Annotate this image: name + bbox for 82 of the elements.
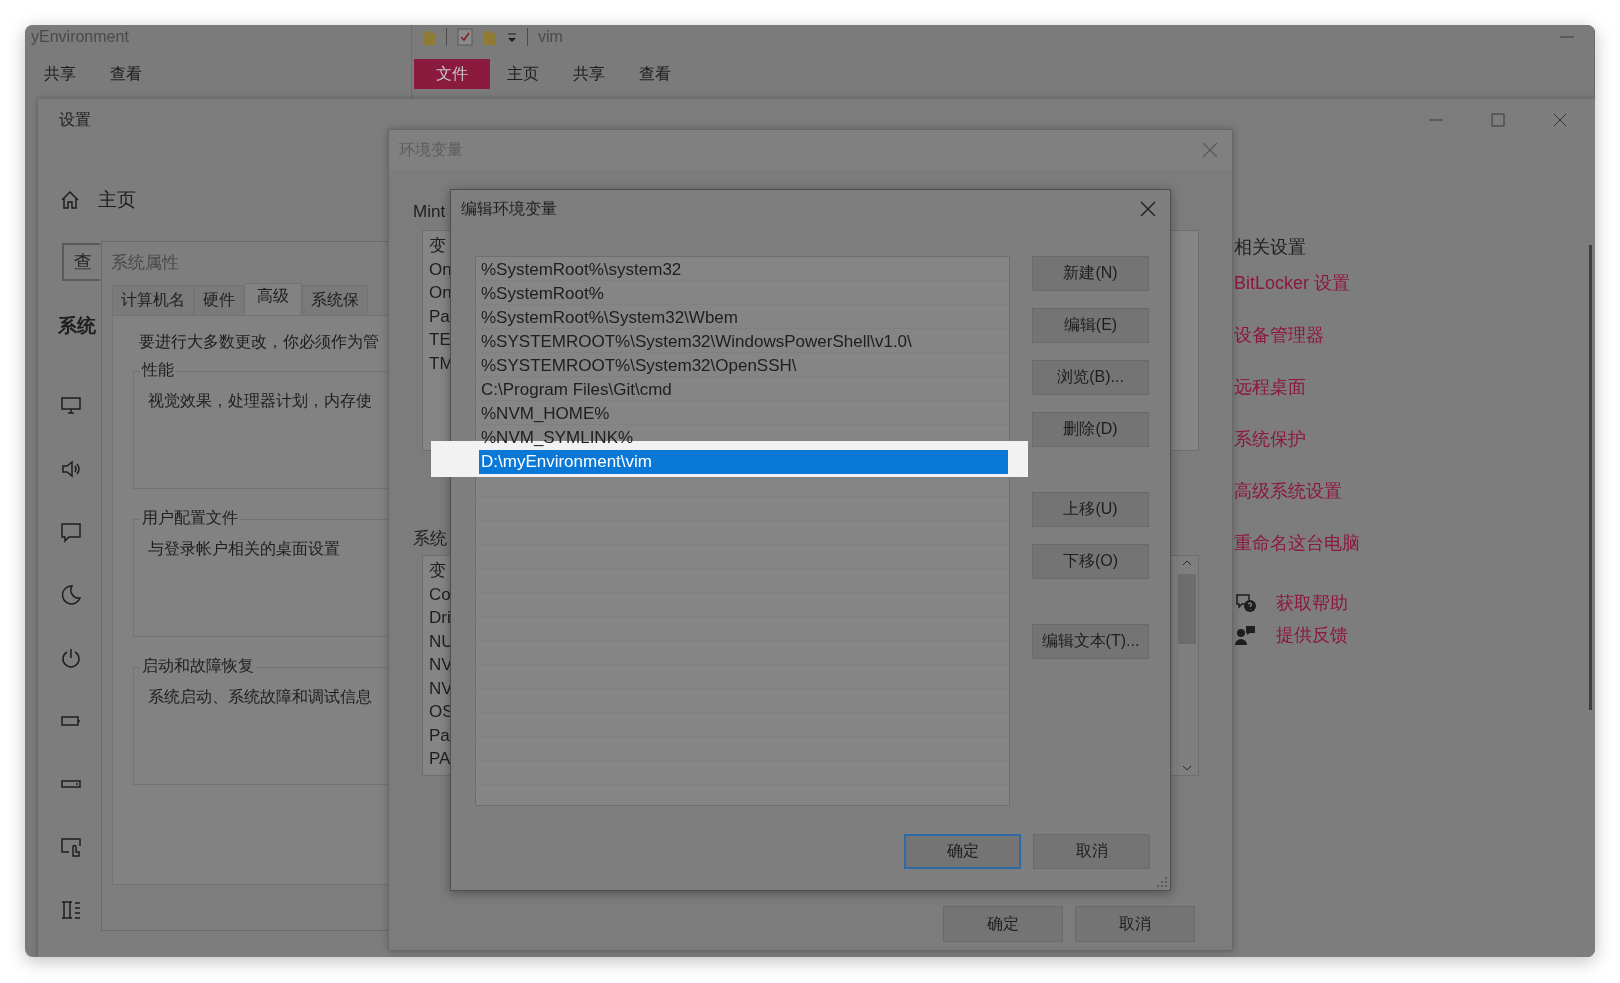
list-row[interactable]: PA bbox=[429, 747, 451, 771]
group-title: 用户配置文件 bbox=[140, 508, 240, 529]
help-chat-icon bbox=[1234, 592, 1256, 614]
section-label: Mint bbox=[413, 202, 446, 223]
power-icon[interactable] bbox=[60, 647, 82, 669]
window-title: 设置 bbox=[59, 110, 91, 130]
dialog-button[interactable]: 编辑(E) bbox=[1032, 308, 1149, 343]
home-icon[interactable] bbox=[60, 190, 80, 210]
moon-icon[interactable] bbox=[60, 584, 82, 606]
speaker-icon[interactable] bbox=[60, 458, 82, 480]
path-entry[interactable]: %SystemRoot% bbox=[479, 282, 1008, 306]
group-title: 启动和故障恢复 bbox=[140, 656, 256, 677]
list-row[interactable]: 变 bbox=[429, 559, 446, 583]
feedback-person-icon bbox=[1234, 624, 1256, 646]
list-row[interactable]: TE bbox=[429, 328, 451, 352]
ribbon-tab[interactable]: 文件 bbox=[414, 59, 490, 89]
group-description: 系统启动、系统故障和调试信息 bbox=[148, 687, 372, 707]
settings-link[interactable]: 获取帮助 bbox=[1276, 591, 1348, 615]
path-entry[interactable]: D:\myEnvironment\vim bbox=[479, 450, 1008, 474]
settings-link[interactable]: BitLocker 设置 bbox=[1234, 271, 1351, 295]
multitask-icon[interactable] bbox=[60, 899, 82, 921]
ribbon-tab[interactable]: 共享 bbox=[27, 59, 93, 89]
dialog-button[interactable]: 删除(D) bbox=[1032, 412, 1149, 447]
group-description: 与登录帐户相关的桌面设置 bbox=[148, 539, 340, 559]
resize-grip-icon[interactable] bbox=[1157, 877, 1167, 887]
dialog-tab[interactable]: 系统保 bbox=[302, 285, 368, 315]
close-icon[interactable] bbox=[1202, 142, 1218, 158]
path-entry[interactable]: %SYSTEMROOT%\System32\WindowsPowerShell\v1.0\ bbox=[479, 330, 1008, 354]
group-description: 视觉效果，处理器计划，内存使 bbox=[148, 391, 372, 411]
settings-link[interactable]: 系统保护 bbox=[1234, 427, 1306, 451]
scrollbar[interactable] bbox=[1176, 556, 1198, 775]
ribbon-tab[interactable]: 查看 bbox=[622, 59, 688, 89]
close-icon[interactable] bbox=[1553, 113, 1567, 127]
display-icon[interactable] bbox=[60, 395, 82, 417]
path-list[interactable] bbox=[475, 256, 1010, 806]
touch-screen-icon[interactable] bbox=[60, 836, 82, 858]
list-row[interactable]: Co bbox=[429, 582, 451, 606]
dialog-tab[interactable]: 计算机名 bbox=[112, 285, 194, 315]
dialog-tab[interactable]: 高级 bbox=[244, 283, 302, 315]
caret-icon[interactable] bbox=[507, 32, 517, 42]
dialog-title: 编辑环境变量 bbox=[461, 198, 557, 219]
dialog-button[interactable]: 浏览(B)... bbox=[1032, 360, 1149, 395]
path-entry[interactable]: %SystemRoot%\system32 bbox=[479, 258, 1008, 282]
path-entry[interactable]: %NVM_HOME% bbox=[479, 402, 1008, 426]
instruction-text: 要进行大多数更改，你必须作为管 bbox=[139, 332, 379, 352]
dialog-button[interactable]: 上移(U) bbox=[1032, 492, 1149, 527]
chevron-up-icon[interactable] bbox=[1182, 560, 1192, 566]
chevron-down-icon[interactable] bbox=[1182, 765, 1192, 771]
ribbon-tab[interactable]: 主页 bbox=[490, 59, 556, 89]
search-field[interactable]: 查 bbox=[62, 243, 100, 281]
ribbon-tab[interactable]: 查看 bbox=[93, 59, 159, 89]
dialog-button[interactable]: 下移(O) bbox=[1032, 544, 1149, 579]
ribbon-tab[interactable]: 共享 bbox=[556, 59, 622, 89]
section-heading: 系统 bbox=[58, 314, 96, 338]
dialog-button[interactable]: 确定 bbox=[904, 834, 1021, 869]
settings-link[interactable]: 设备管理器 bbox=[1234, 323, 1324, 347]
settings-link[interactable]: 重命名这台电脑 bbox=[1234, 531, 1360, 555]
section-label: 系统 bbox=[413, 528, 447, 550]
close-icon[interactable] bbox=[1140, 201, 1156, 217]
dialog-button[interactable]: 确定 bbox=[943, 906, 1063, 942]
settings-link[interactable]: 高级系统设置 bbox=[1234, 479, 1342, 503]
dialog-button[interactable]: 新建(N) bbox=[1032, 256, 1149, 291]
path-entry[interactable]: C:\Program Files\Git\cmd bbox=[479, 378, 1008, 402]
settings-link[interactable]: 远程桌面 bbox=[1234, 375, 1306, 399]
scrollbar-thumb[interactable] bbox=[1589, 245, 1592, 710]
home-link[interactable]: 主页 bbox=[98, 187, 136, 213]
settings-link[interactable]: 提供反馈 bbox=[1276, 623, 1348, 647]
list-row[interactable]: Pa bbox=[429, 723, 450, 747]
dialog-button[interactable]: 取消 bbox=[1075, 906, 1195, 942]
list-row[interactable]: 变 bbox=[429, 234, 446, 258]
group-title: 性能 bbox=[140, 360, 176, 381]
path-entry[interactable]: %SYSTEMROOT%\System32\OpenSSH\ bbox=[479, 354, 1008, 378]
checklist-icon[interactable] bbox=[457, 28, 473, 46]
dialog-button[interactable]: 编辑文本(T)... bbox=[1032, 624, 1149, 659]
section-heading: 相关设置 bbox=[1234, 236, 1307, 259]
list-row[interactable]: Pa bbox=[429, 304, 450, 328]
dialog-button[interactable]: 取消 bbox=[1033, 834, 1150, 869]
message-icon[interactable] bbox=[60, 521, 82, 543]
path-entry[interactable]: %SystemRoot%\System32\Wbem bbox=[479, 306, 1008, 330]
list-row[interactable]: Dri bbox=[429, 606, 451, 630]
maximize-icon[interactable] bbox=[1491, 113, 1505, 127]
dialog-tab[interactable]: 硬件 bbox=[194, 285, 244, 315]
